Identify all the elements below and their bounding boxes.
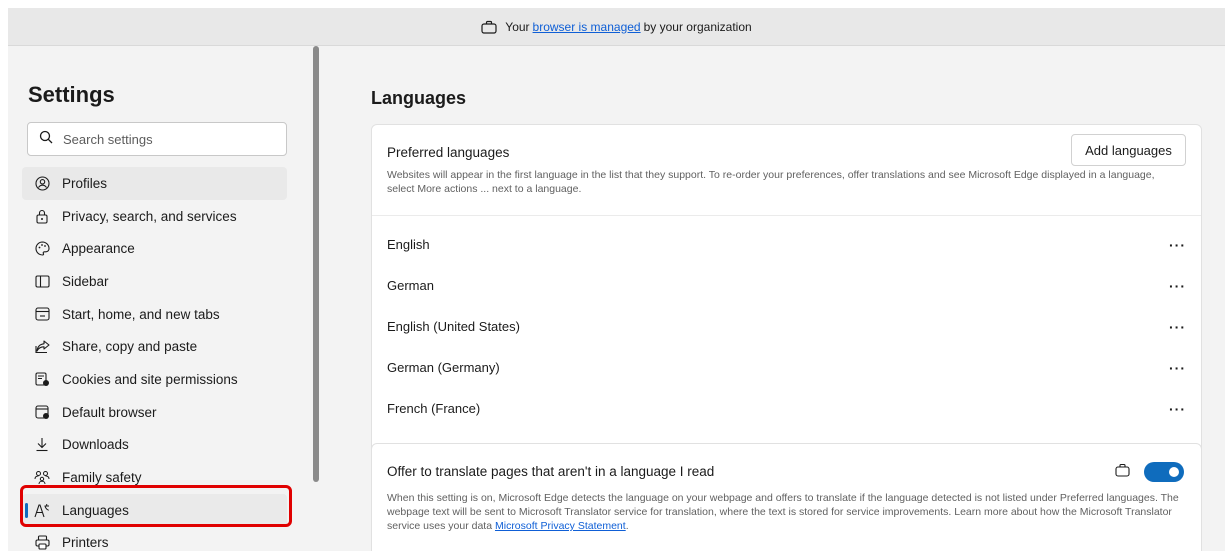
window-left-edge	[0, 8, 8, 551]
language-name: French (France)	[387, 401, 481, 416]
language-name: English	[387, 237, 430, 252]
briefcase-icon	[481, 20, 497, 34]
printer-icon	[34, 535, 50, 551]
search-box[interactable]	[27, 122, 287, 156]
settings-nav: Profiles Privacy, search, and services A…	[22, 167, 287, 551]
offer-translate-description: When this setting is on, Microsoft Edge …	[387, 491, 1187, 533]
sidebar-item-family-safety[interactable]: Family safety	[22, 461, 287, 494]
sidebar-item-label: Cookies and site permissions	[62, 371, 238, 387]
sidebar-item-default-browser[interactable]: Default browser	[22, 396, 287, 429]
description-end: .	[625, 520, 629, 532]
sidebar-item-cookies[interactable]: Cookies and site permissions	[22, 363, 287, 396]
sidebar-item-label: Privacy, search, and services	[62, 208, 237, 224]
browser-icon	[34, 404, 50, 420]
language-row: German (Germany) ···	[372, 347, 1201, 388]
sidebar-item-label: Downloads	[62, 437, 129, 453]
search-icon	[39, 130, 53, 149]
sidebar-item-label: Default browser	[62, 404, 157, 420]
sidebar-item-label: Languages	[62, 502, 129, 518]
language-list: English ··· German ··· English (United S…	[372, 224, 1201, 429]
more-actions-icon[interactable]: ···	[1169, 237, 1186, 253]
briefcase-icon	[1115, 463, 1130, 482]
sidebar-item-label: Printers	[62, 535, 109, 551]
offer-translate-toggle[interactable]	[1144, 462, 1184, 482]
sidebar-scrollbar[interactable]	[313, 46, 319, 482]
browser-managed-link[interactable]: browser is managed	[533, 20, 641, 34]
sidebar-item-start-home[interactable]: Start, home, and new tabs	[22, 298, 287, 331]
language-row: German ···	[372, 265, 1201, 306]
home-tab-icon	[34, 306, 50, 322]
page-title: Languages	[371, 88, 467, 108]
language-row: English (United States) ···	[372, 306, 1201, 347]
sidebar-item-privacy[interactable]: Privacy, search, and services	[22, 200, 287, 233]
preferred-languages-card: Preferred languages Websites will appear…	[371, 124, 1202, 466]
preferred-languages-description: Websites will appear in the first langua…	[387, 169, 1155, 195]
more-actions-icon[interactable]: ···	[1169, 401, 1186, 417]
sidebar-item-label: Family safety	[62, 470, 142, 486]
more-actions-icon[interactable]: ···	[1169, 278, 1186, 294]
profile-icon	[34, 175, 50, 191]
offer-translate-card: Offer to translate pages that aren't in …	[371, 443, 1202, 551]
family-icon	[34, 470, 50, 486]
sidebar-item-printers[interactable]: Printers	[22, 527, 287, 551]
preferred-languages-header: Preferred languages Websites will appear…	[372, 125, 1201, 216]
sidebar-item-sidebar[interactable]: Sidebar	[22, 265, 287, 298]
sidebar-icon	[34, 273, 50, 289]
cookies-icon	[34, 371, 50, 387]
preferred-languages-heading: Preferred languages	[387, 145, 510, 160]
add-languages-button[interactable]: Add languages	[1071, 134, 1186, 166]
language-name: German	[387, 278, 434, 293]
language-row: French (France) ···	[372, 388, 1201, 429]
sidebar-item-label: Profiles	[62, 175, 108, 191]
sidebar-item-label: Share, copy and paste	[62, 339, 198, 355]
banner-suffix: by your organization	[643, 19, 752, 34]
window-top-edge	[0, 0, 1225, 8]
main-content: Languages Preferred languages Websites w…	[332, 46, 1225, 551]
language-row: English ···	[372, 224, 1201, 265]
banner-prefix: Your	[505, 19, 530, 34]
sidebar-item-downloads[interactable]: Downloads	[22, 429, 287, 462]
sidebar-item-profiles[interactable]: Profiles	[22, 167, 287, 200]
more-actions-icon[interactable]: ···	[1169, 319, 1186, 335]
sidebar-item-appearance[interactable]: Appearance	[22, 232, 287, 265]
search-input[interactable]	[63, 131, 263, 147]
sidebar-item-label: Sidebar	[62, 273, 109, 289]
offer-translate-controls	[1115, 462, 1184, 482]
managed-banner: Your browser is managed by your organiza…	[8, 8, 1225, 46]
sidebar-item-languages[interactable]: Languages	[22, 493, 287, 527]
sidebar-item-label: Appearance	[62, 241, 135, 257]
share-icon	[34, 339, 50, 355]
lock-icon	[34, 208, 50, 224]
language-name: German (Germany)	[387, 360, 500, 375]
sidebar-item-share[interactable]: Share, copy and paste	[22, 330, 287, 363]
offer-translate-heading: Offer to translate pages that aren't in …	[387, 464, 715, 479]
more-actions-icon[interactable]: ···	[1169, 360, 1186, 376]
sidebar-item-label: Start, home, and new tabs	[62, 306, 220, 322]
languages-icon	[34, 502, 50, 518]
privacy-statement-link[interactable]: Microsoft Privacy Statement	[495, 520, 626, 532]
language-name: English (United States)	[387, 319, 520, 334]
palette-icon	[34, 241, 50, 257]
settings-title: Settings	[28, 82, 115, 107]
settings-sidebar: Settings Profiles Privacy, search, and s…	[8, 46, 312, 551]
download-icon	[34, 437, 50, 453]
